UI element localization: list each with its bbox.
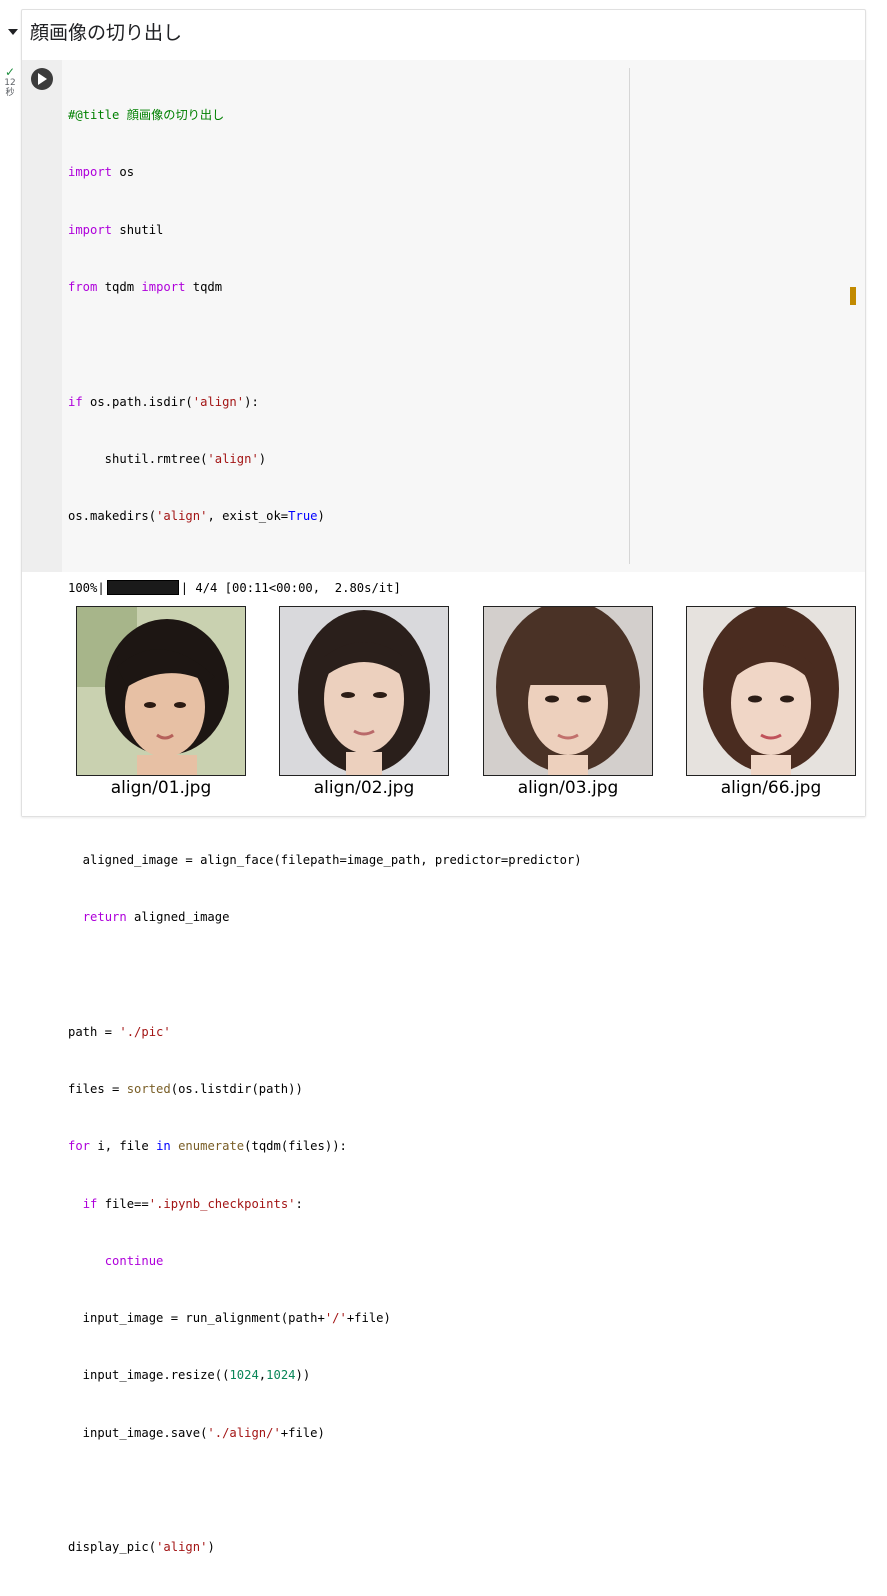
code-line: input_image = run_alignment(path+'/'+fil… xyxy=(68,1311,391,1326)
code-line: from tqdm import tqdm xyxy=(68,280,223,295)
image-caption: align/02.jpg xyxy=(313,778,415,798)
check-icon: ✓ xyxy=(4,65,16,79)
image-caption: align/01.jpg xyxy=(110,778,212,798)
caret-down-icon[interactable] xyxy=(6,25,20,39)
progress-output: 100%| | 4/4 [00:11<00:00, 2.80s/it] xyxy=(68,580,401,595)
progress-bar xyxy=(106,580,179,595)
play-icon xyxy=(38,73,47,85)
code-line: input_image.resize((1024,1024)) xyxy=(68,1368,311,1383)
execution-seconds-unit: 秒 xyxy=(5,88,15,98)
code-line: #@title 顔画像の切り出し xyxy=(68,108,225,123)
code-line: shutil.rmtree('align') xyxy=(68,451,267,466)
cell-gutter xyxy=(22,60,62,572)
face-image xyxy=(686,606,856,776)
code-cell[interactable]: #@title 顔画像の切り出し import os import shutil… xyxy=(22,60,865,1554)
code-line: import os xyxy=(68,165,135,180)
progress-bar-fill xyxy=(107,581,178,594)
image-caption: align/03.jpg xyxy=(517,778,619,798)
code-line: input_image.save('./align/'+file) xyxy=(68,1425,325,1440)
progress-suffix: | 4/4 [00:11<00:00, 2.80s/it] xyxy=(180,580,401,595)
image-thumbnail: align/02.jpg xyxy=(279,606,449,798)
image-thumbnail: align/66.jpg xyxy=(686,606,856,798)
code-line: import shutil xyxy=(68,222,164,237)
code-line: continue xyxy=(104,1253,164,1268)
run-cell-button[interactable] xyxy=(31,68,53,90)
line-length-ruler xyxy=(629,68,630,564)
warning-marker[interactable] xyxy=(850,287,856,305)
face-image xyxy=(76,606,246,776)
code-editor[interactable]: #@title 顔画像の切り出し import os import shutil… xyxy=(68,68,628,1596)
face-image xyxy=(279,606,449,776)
code-line: path = './pic' xyxy=(68,1024,171,1039)
image-caption: align/66.jpg xyxy=(720,778,822,798)
image-thumbnail: align/01.jpg xyxy=(76,606,246,798)
section-title[interactable]: 顔画像の切り出し xyxy=(30,20,182,46)
section-header: 顔画像の切り出し xyxy=(8,10,865,60)
code-line: aligned_image = align_face(filepath=imag… xyxy=(68,852,582,867)
code-line: if file=='.ipynb_checkpoints': xyxy=(82,1196,303,1211)
code-line: display_pic('align') xyxy=(68,1540,215,1555)
image-thumbnail: align/03.jpg xyxy=(483,606,653,798)
notebook-section: 顔画像の切り出し #@title 顔画像の切り出し import os impo… xyxy=(8,9,866,1554)
code-line: for i, file in enumerate(tqdm(files)): xyxy=(68,1139,347,1154)
code-line: return aligned_image xyxy=(82,910,230,925)
progress-prefix: 100%| xyxy=(68,580,105,595)
execution-seconds: 12 xyxy=(4,78,16,88)
cell-output: 100%| | 4/4 [00:11<00:00, 2.80s/it] align… xyxy=(22,572,865,816)
code-line: if os.path.isdir('align'): xyxy=(68,394,259,409)
code-line: files = sorted(os.listdir(path)) xyxy=(68,1081,303,1096)
code-line: os.makedirs('align', exist_ok=True) xyxy=(68,509,325,524)
face-image xyxy=(483,606,653,776)
execution-status: ✓ 12 秒 xyxy=(0,66,20,98)
